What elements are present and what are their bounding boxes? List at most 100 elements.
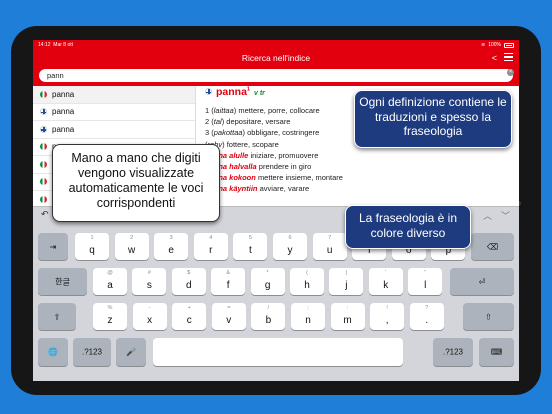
shift-key-right[interactable]: ⇧	[463, 303, 514, 330]
key-u[interactable]: 7u	[312, 233, 347, 260]
key-alt-label: @	[107, 270, 113, 276]
key-g[interactable]: * g	[250, 268, 285, 295]
key-alt-label: 3	[169, 235, 173, 241]
key-label: g	[264, 280, 271, 291]
key-z[interactable]: % z	[93, 303, 127, 330]
key-alt-label: &	[226, 270, 231, 276]
globe-key[interactable]: 🌐	[38, 338, 68, 366]
key-a[interactable]: @ a	[93, 268, 127, 295]
part-of-speech: v tr	[253, 90, 265, 97]
key-l[interactable]: ” l	[408, 268, 443, 295]
key-alt-label: ”	[424, 270, 427, 276]
list-item[interactable]: panna	[33, 86, 195, 104]
key-k[interactable]: ’ k	[368, 268, 403, 295]
key-alt-label: )	[345, 270, 348, 276]
return-key[interactable]: ⏎	[450, 268, 514, 295]
menu-icon[interactable]	[504, 53, 513, 61]
sense-translation: depositare, versare	[226, 117, 291, 127]
key-j[interactable]: ) j	[329, 268, 364, 295]
key-x[interactable]: -x	[132, 303, 167, 330]
list-item[interactable]: panna	[33, 121, 195, 139]
key-label: j	[345, 280, 348, 291]
phrase-line: panna käyntiin avviare, varare	[205, 183, 515, 194]
key-t[interactable]: 5t	[233, 233, 268, 260]
key-e[interactable]: 3e	[154, 233, 189, 260]
microphone-key[interactable]: 🎤	[116, 338, 146, 366]
status-right: ≋ 100%	[481, 42, 514, 48]
key-label: l	[424, 280, 427, 291]
search-input[interactable]: pann	[39, 69, 513, 82]
sense-translation: obbligare, costringere	[247, 128, 320, 138]
hide-keyboard-key[interactable]: ⌨	[479, 338, 514, 366]
key-label: q	[89, 245, 95, 256]
italian-flag-icon	[40, 143, 47, 151]
list-item[interactable]: panna	[33, 104, 195, 121]
status-date: Mar 8 ott	[53, 42, 74, 48]
nav-bar: Ricerca nell'indice <	[33, 50, 519, 66]
key-alt-label: 2	[130, 235, 134, 241]
space-bar[interactable]	[153, 338, 403, 366]
key-s[interactable]: # s	[132, 268, 167, 295]
tab-key[interactable]: ⇥	[38, 233, 68, 260]
key-period[interactable]: ?.	[409, 303, 444, 330]
key-label: k	[383, 280, 389, 291]
key-w[interactable]: 2w	[114, 233, 149, 260]
key-h[interactable]: (h	[290, 268, 324, 295]
key-q[interactable]: 1q	[75, 233, 109, 260]
key-m[interactable]: :m	[330, 303, 365, 330]
headword-superscript: 1	[246, 86, 250, 93]
shift-key-left[interactable]: ⇧	[38, 303, 76, 330]
key-label: 🌐	[48, 347, 58, 357]
backspace-key[interactable]: ⌫	[471, 233, 514, 260]
key-label: n	[305, 315, 311, 326]
key-label: t	[249, 245, 252, 256]
share-icon[interactable]: <	[492, 53, 497, 63]
key-label: b	[265, 315, 272, 326]
headword-text: panna1	[216, 86, 250, 98]
sense-note: tal	[213, 117, 222, 127]
chevron-up-icon[interactable]: ︿	[483, 209, 492, 222]
key-alt-label: 6	[288, 235, 292, 241]
status-time: 14:12	[38, 42, 51, 48]
key-c[interactable]: + c	[172, 303, 207, 330]
clear-search-icon[interactable]: ×	[507, 69, 514, 76]
key-b[interactable]: / b	[251, 303, 286, 330]
key-label: v	[226, 315, 232, 326]
list-item-label: panna	[52, 124, 75, 134]
key-label: h	[304, 280, 310, 291]
key-label: s	[146, 280, 152, 291]
key-alt-label: 1	[90, 235, 94, 241]
chevron-down-icon[interactable]: ﹀	[501, 209, 510, 222]
key-alt-label: *	[266, 270, 269, 276]
italian-flag-icon	[40, 195, 47, 203]
key-comma[interactable]: !,	[370, 303, 405, 330]
headword: panna	[216, 86, 247, 98]
finnish-flag-icon	[205, 88, 212, 95]
phrase-translation: mettere insieme, montare	[257, 173, 343, 183]
key-alt-label: -	[148, 305, 151, 311]
key-alt-label: %	[107, 305, 113, 311]
key-label: .	[425, 315, 429, 326]
sense-translation: fottere, scopare	[226, 139, 279, 149]
undo-icon[interactable]: ↶	[41, 209, 49, 220]
battery-percent: 100%	[488, 42, 501, 48]
status-time-date: 14:12 Mar 8 ott	[38, 42, 73, 48]
key-v[interactable]: = v	[211, 303, 246, 330]
key-r[interactable]: 4r	[193, 233, 228, 260]
key-label: ⏎	[478, 277, 486, 286]
language-key[interactable]: 한글	[38, 268, 87, 295]
numbers-key-right[interactable]: .?123	[433, 338, 473, 366]
key-alt-label: /	[267, 305, 270, 311]
key-alt-label: ;	[307, 305, 309, 311]
key-y[interactable]: 6y	[273, 233, 307, 260]
numbers-key-left[interactable]: .?123	[73, 338, 111, 366]
finnish-flag-icon	[40, 125, 47, 133]
key-f[interactable]: & f	[211, 268, 246, 295]
phrase-translation: prendere in giro	[258, 162, 312, 172]
key-alt-label: (	[306, 270, 308, 276]
key-label: a	[107, 280, 113, 291]
key-d[interactable]: $ d	[171, 268, 206, 295]
key-n[interactable]: ; n	[291, 303, 325, 330]
key-alt-label: 4	[209, 235, 213, 241]
key-label: ⇥	[49, 242, 57, 251]
